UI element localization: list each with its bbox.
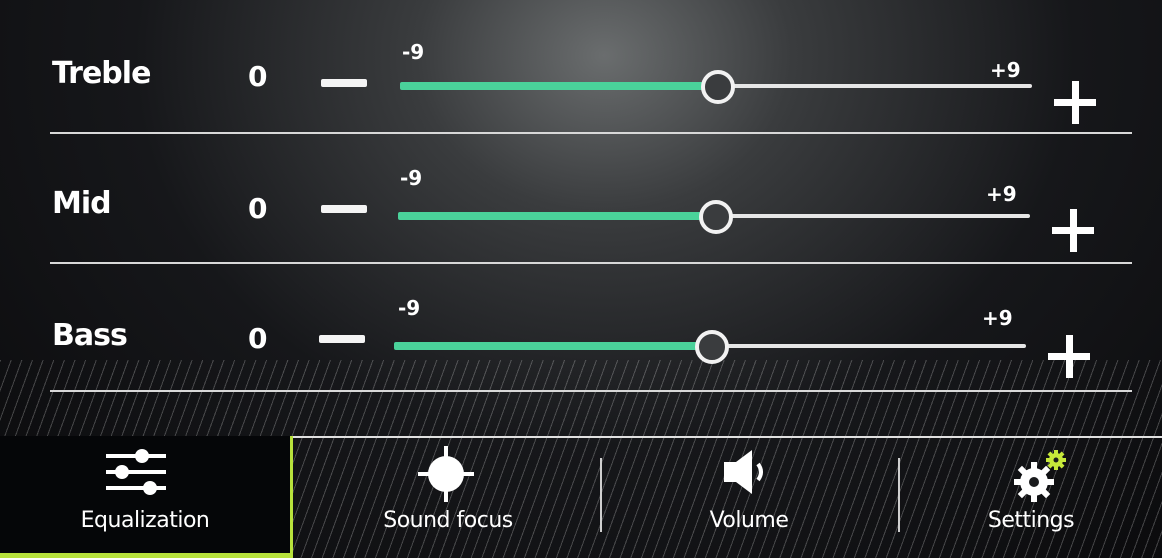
minus-icon xyxy=(321,79,367,87)
minus-icon xyxy=(321,205,367,213)
bass-slider-fill xyxy=(394,342,710,350)
mid-min-label: -9 xyxy=(400,166,423,190)
bass-label: Bass xyxy=(52,318,128,353)
plus-icon-v xyxy=(1070,209,1077,252)
bass-slider-knob[interactable] xyxy=(695,330,729,364)
treble-increase-button[interactable] xyxy=(1050,78,1100,128)
bass-max-label: +9 xyxy=(982,306,1013,330)
tab-settings[interactable]: Settings xyxy=(900,436,1162,558)
tab-sound-focus[interactable]: Sound focus xyxy=(300,436,596,558)
treble-decrease-button[interactable] xyxy=(318,68,370,98)
mid-value: 0 xyxy=(248,192,268,225)
divider-3 xyxy=(50,390,1132,392)
divider-1 xyxy=(50,132,1132,134)
crosshair-icon xyxy=(418,446,474,502)
bass-row: Bass 0 -9 +9 xyxy=(0,294,1162,414)
bottom-tab-bar: Equalization Sound focus Volume Settings xyxy=(0,436,1162,558)
treble-value: 0 xyxy=(248,60,268,93)
treble-min-label: -9 xyxy=(402,40,425,64)
bass-value: 0 xyxy=(248,322,268,355)
minus-icon xyxy=(319,335,365,343)
tab-volume[interactable]: Volume xyxy=(602,436,896,558)
bass-decrease-button[interactable] xyxy=(316,324,368,354)
treble-slider-fill xyxy=(400,82,716,90)
plus-icon-v xyxy=(1066,335,1073,378)
mid-increase-button[interactable] xyxy=(1048,206,1098,256)
plus-icon-v xyxy=(1072,81,1079,124)
bass-slider[interactable] xyxy=(394,328,1026,364)
treble-label: Treble xyxy=(52,56,151,91)
treble-slider[interactable] xyxy=(400,68,1032,104)
mid-slider-fill xyxy=(398,212,714,220)
speaker-icon xyxy=(724,450,763,494)
tab-volume-label: Volume xyxy=(709,508,789,533)
bass-min-label: -9 xyxy=(398,296,421,320)
divider-2 xyxy=(50,262,1132,264)
mid-slider-knob[interactable] xyxy=(699,200,733,234)
mid-slider[interactable] xyxy=(398,198,1030,234)
sliders-icon xyxy=(106,449,166,495)
mid-decrease-button[interactable] xyxy=(318,194,370,224)
gears-icon xyxy=(1014,450,1066,502)
tab-settings-label: Settings xyxy=(987,508,1075,533)
tab-equalization-label: Equalization xyxy=(80,508,210,533)
tab-equalization[interactable]: Equalization xyxy=(0,436,293,558)
mid-row: Mid 0 -9 +9 xyxy=(0,166,1162,286)
tab-sound-focus-label: Sound focus xyxy=(383,508,513,533)
treble-slider-knob[interactable] xyxy=(701,70,735,104)
audio-equalizer-screen: Treble 0 -9 +9 Mid 0 -9 +9 Bass 0 -9 +9 xyxy=(0,0,1162,558)
treble-row: Treble 0 -9 +9 xyxy=(0,40,1162,160)
mid-label: Mid xyxy=(52,186,112,221)
bass-increase-button[interactable] xyxy=(1044,332,1094,382)
